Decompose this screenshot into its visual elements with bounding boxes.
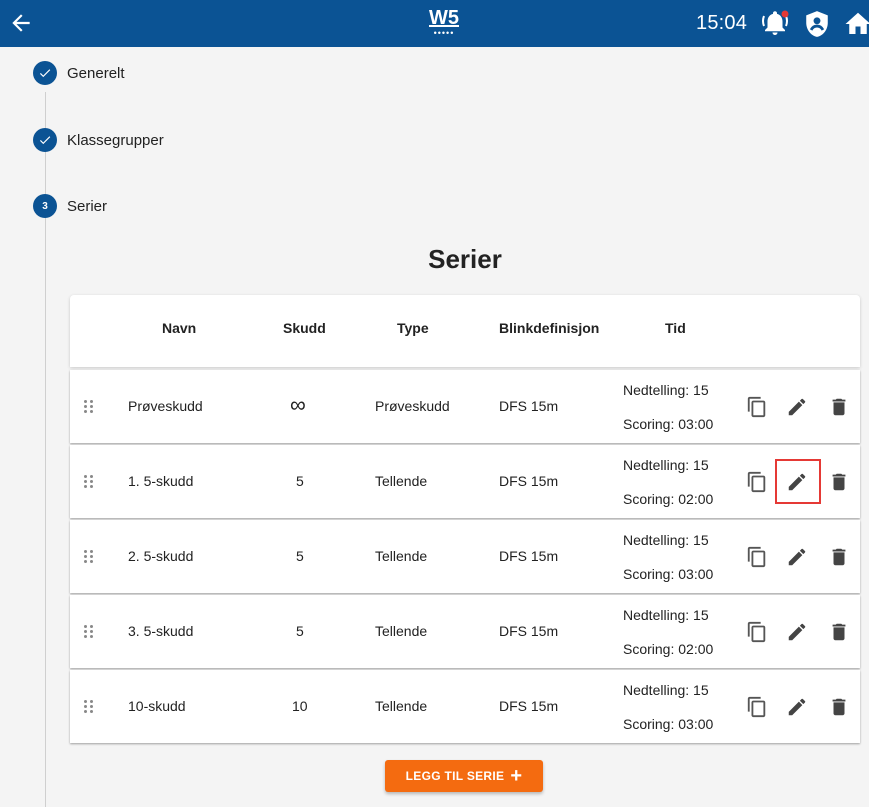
edit-icon[interactable]: [786, 546, 808, 568]
copy-icon[interactable]: [746, 546, 768, 568]
delete-icon[interactable]: [828, 696, 850, 718]
table-row: 10-skudd 10 Tellende DFS 15m Nedtelling: 15 S…: [70, 670, 860, 743]
drag-handle-icon[interactable]: [82, 623, 96, 639]
copy-icon[interactable]: [746, 621, 768, 643]
check-circle-icon: [33, 61, 57, 85]
table-row: 3. 5-skudd 5 Tellende DFS 15m Nedtelling: 15…: [70, 595, 860, 668]
step-label: Generelt: [67, 64, 125, 82]
delete-icon[interactable]: [828, 546, 850, 568]
delete-icon[interactable]: [828, 396, 850, 418]
table-row: 2. 5-skudd 5 Tellende DFS 15m Nedtelling: 15…: [70, 520, 860, 593]
copy-icon[interactable]: [746, 396, 768, 418]
cell-navn: 3. 5-skudd: [128, 623, 194, 639]
cell-navn: Prøveskudd: [128, 398, 203, 414]
cell-nedtelling: Nedtelling: 15: [623, 682, 709, 698]
step-klassegrupper[interactable]: Klassegrupper: [33, 128, 164, 152]
step-generelt[interactable]: Generelt: [33, 61, 125, 85]
add-series-button[interactable]: LEGG TIL SERIE +: [385, 760, 543, 792]
cell-scoring: Scoring: 03:00: [623, 416, 714, 432]
logo-text: W5: [429, 7, 459, 29]
add-series-label: LEGG TIL SERIE: [405, 769, 505, 783]
clock-time: 15:04: [696, 12, 748, 34]
drag-handle-icon[interactable]: [82, 698, 96, 714]
table-row: 1. 5-skudd 5 Tellende DFS 15m Nedtelling: 15…: [70, 445, 860, 518]
home-icon[interactable]: [843, 9, 869, 39]
cell-scoring: Scoring: 02:00: [623, 641, 714, 657]
drag-handle-icon[interactable]: [82, 398, 96, 414]
cell-scoring: Scoring: 03:00: [623, 566, 714, 582]
copy-icon[interactable]: [746, 471, 768, 493]
copy-icon[interactable]: [746, 696, 768, 718]
column-header-navn: Navn: [162, 320, 197, 336]
column-header-tid: Tid: [665, 320, 686, 336]
column-header-skudd: Skudd: [283, 320, 326, 336]
edit-highlight-box: [775, 459, 821, 504]
step-label: Klassegrupper: [67, 131, 164, 149]
table-row: Prøveskudd ∞ Prøveskudd DFS 15m Nedtelling: …: [70, 370, 860, 443]
cell-navn: 2. 5-skudd: [128, 548, 194, 564]
check-circle-icon: [33, 128, 57, 152]
delete-icon[interactable]: [828, 471, 850, 493]
cell-nedtelling: Nedtelling: 15: [623, 532, 709, 548]
cell-blinkdefinisjon: DFS 15m: [499, 548, 559, 564]
logo-dots: •••••: [433, 28, 455, 38]
page-title: Serier: [428, 244, 502, 274]
app-bar: W5 ••••• 15:04: [0, 0, 869, 47]
cell-blinkdefinisjon: DFS 15m: [499, 623, 559, 639]
cell-blinkdefinisjon: DFS 15m: [499, 473, 559, 489]
delete-icon[interactable]: [828, 621, 850, 643]
cell-type: Prøveskudd: [375, 398, 450, 414]
cell-type: Tellende: [375, 473, 428, 489]
cell-blinkdefinisjon: DFS 15m: [499, 698, 559, 714]
drag-handle-icon[interactable]: [82, 548, 96, 564]
cell-type: Tellende: [375, 548, 428, 564]
notification-bell-icon[interactable]: [760, 9, 790, 39]
plus-icon: +: [510, 765, 523, 787]
cell-scoring: Scoring: 02:00: [623, 491, 714, 507]
step-number-badge: 3: [33, 194, 57, 218]
table-header: Navn Skudd Type Blinkdefinisjon Tid: [70, 295, 860, 367]
user-shield-icon[interactable]: [804, 10, 830, 38]
cell-skudd: 10: [292, 698, 308, 714]
edit-icon[interactable]: [786, 396, 808, 418]
drag-handle-icon[interactable]: [82, 473, 96, 489]
cell-skudd: 5: [296, 623, 304, 639]
column-header-blinkdefinisjon: Blinkdefinisjon: [499, 320, 600, 336]
cell-type: Tellende: [375, 698, 428, 714]
cell-navn: 1. 5-skudd: [128, 473, 194, 489]
cell-skudd: 5: [296, 473, 304, 489]
w5-logo: W5 •••••: [421, 7, 467, 41]
step-serier[interactable]: 3 Serier: [33, 194, 107, 218]
back-arrow-icon[interactable]: [8, 10, 34, 36]
cell-nedtelling: Nedtelling: 15: [623, 607, 709, 623]
edit-icon[interactable]: [786, 621, 808, 643]
cell-nedtelling: Nedtelling: 15: [623, 457, 709, 473]
cell-navn: 10-skudd: [128, 698, 186, 714]
column-header-type: Type: [397, 320, 429, 336]
cell-skudd: 5: [296, 548, 304, 564]
cell-scoring: Scoring: 03:00: [623, 716, 714, 732]
cell-blinkdefinisjon: DFS 15m: [499, 398, 559, 414]
cell-skudd: ∞: [290, 392, 306, 417]
cell-nedtelling: Nedtelling: 15: [623, 382, 709, 398]
cell-type: Tellende: [375, 623, 428, 639]
step-label: Serier: [67, 197, 108, 215]
edit-icon[interactable]: [786, 696, 808, 718]
